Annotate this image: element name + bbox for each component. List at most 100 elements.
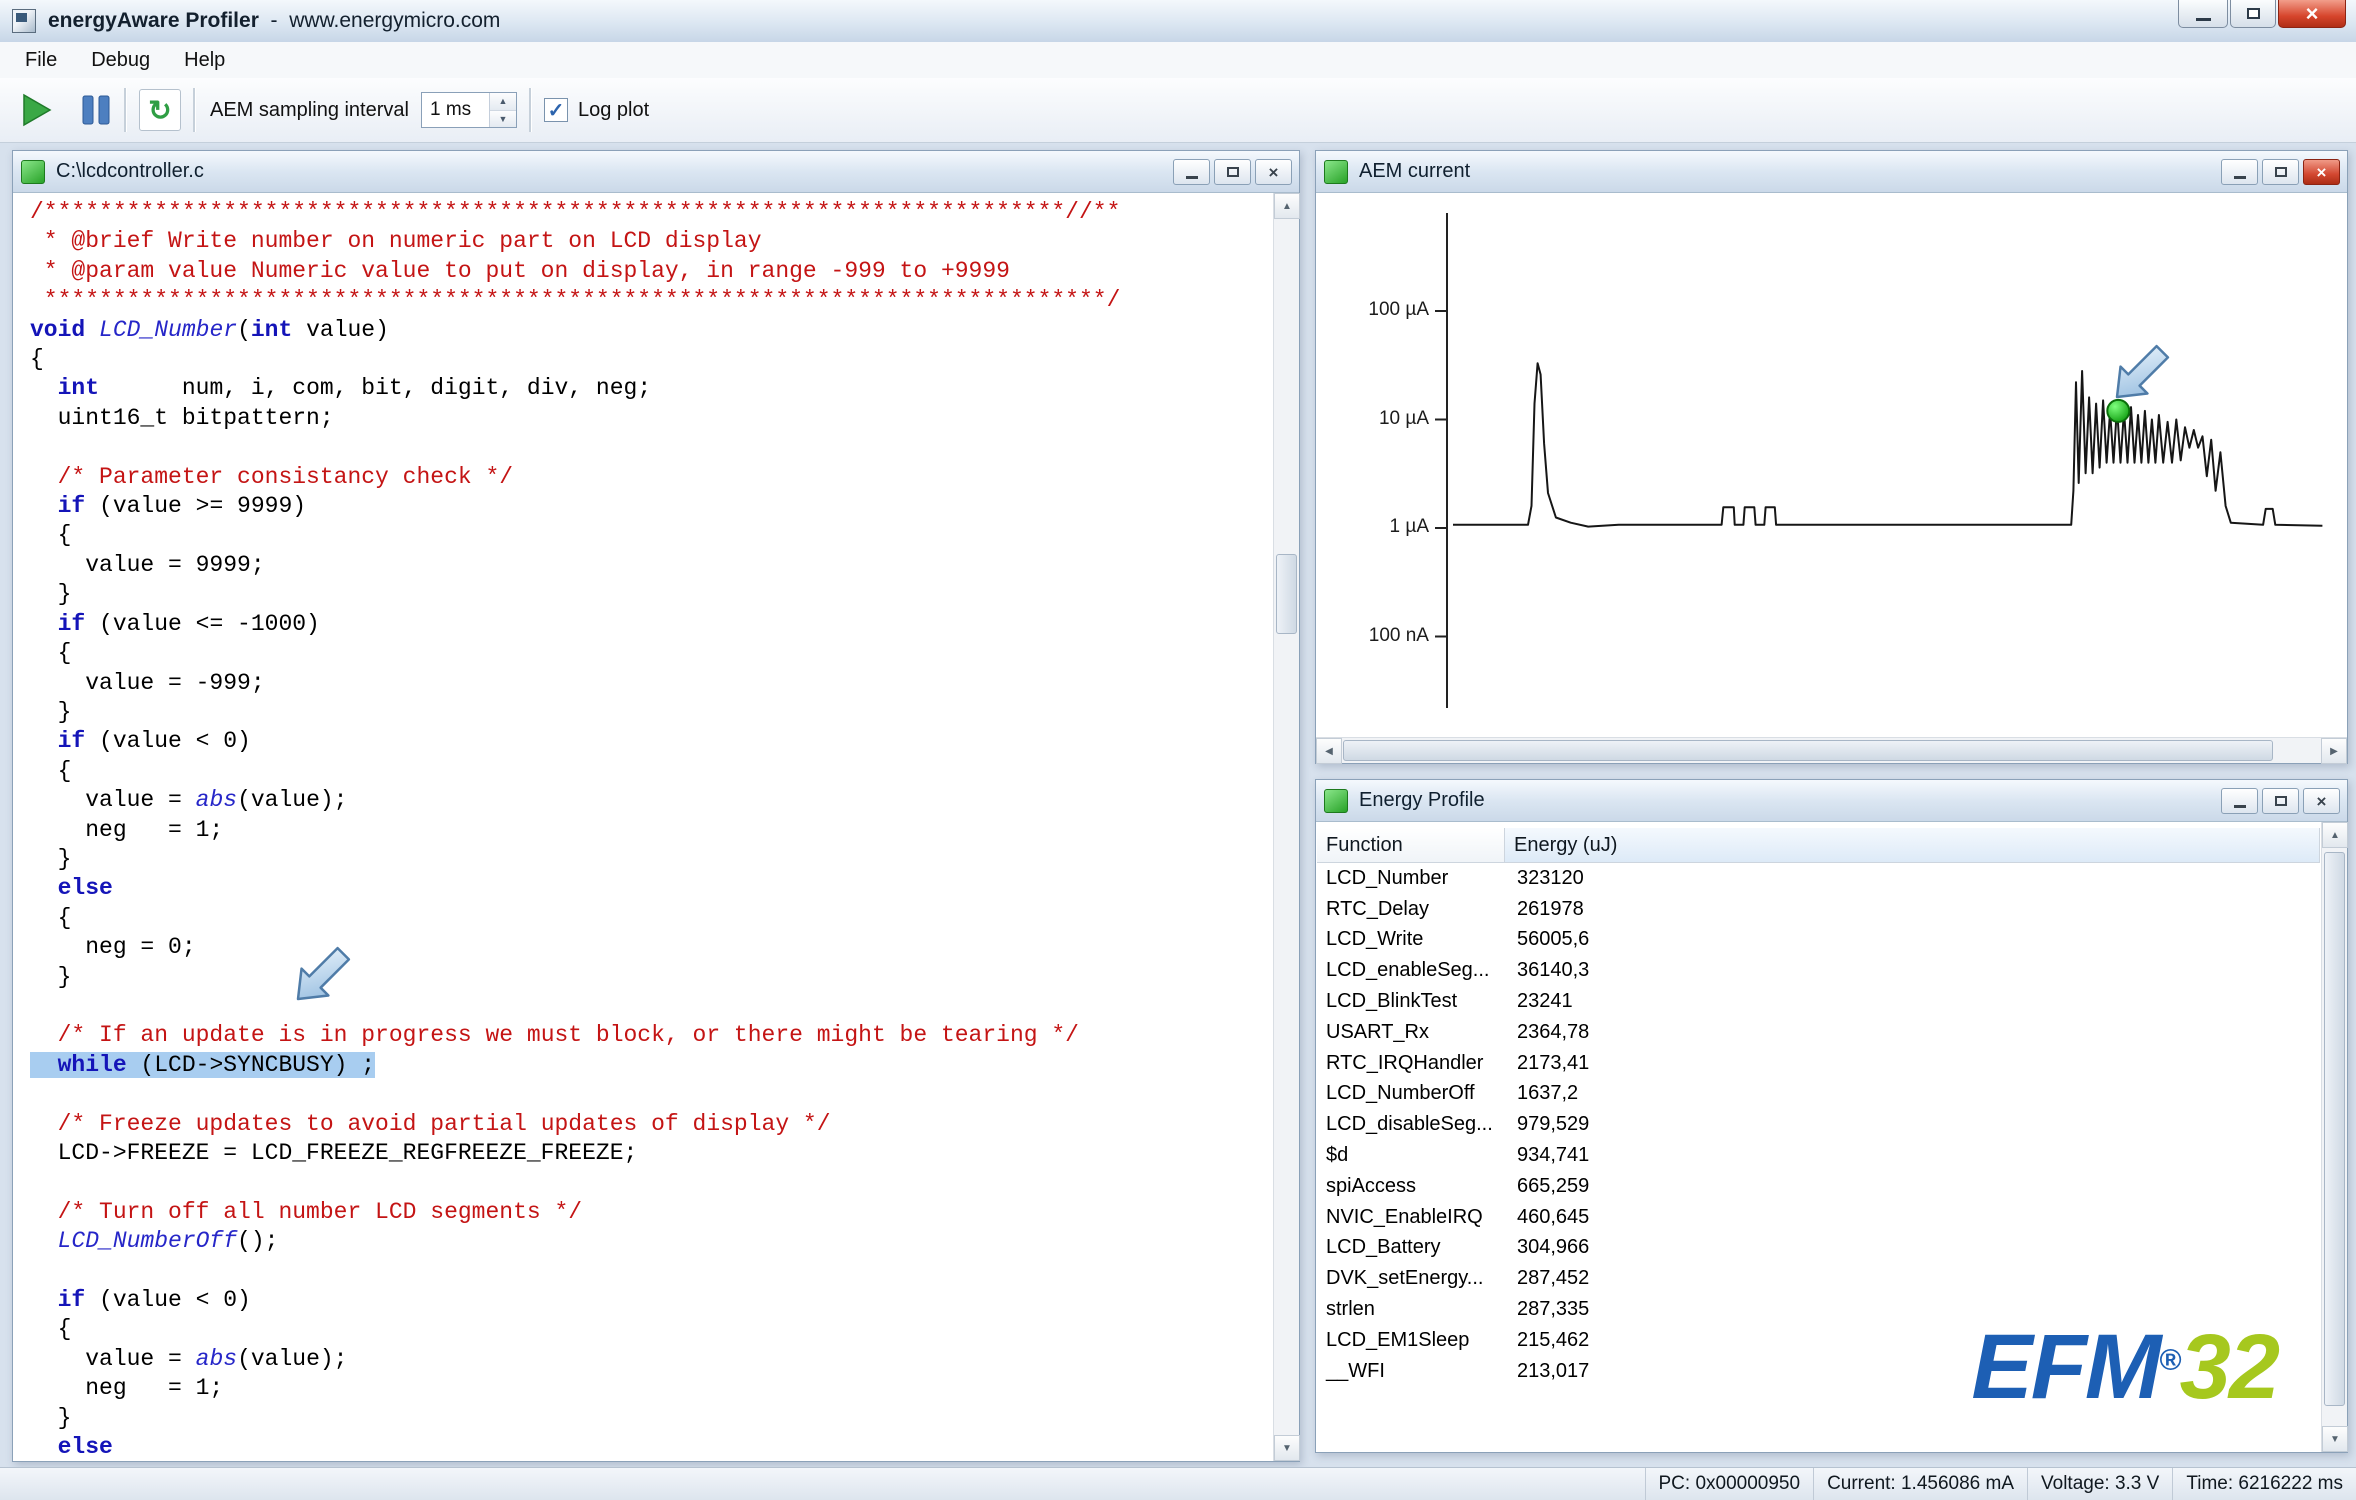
code-line: { [30,757,1272,786]
table-row[interactable]: RTC_IRQHandler2173,41 [1317,1048,2320,1079]
code-line: uint16_t bitpattern; [30,404,1272,433]
scroll-thumb[interactable] [2324,852,2345,1406]
table-row[interactable]: DVK_setEnergy...287,452 [1317,1263,2320,1294]
energy-maximize-button[interactable] [2262,788,2299,814]
menu-file[interactable]: File [8,42,74,78]
close-button[interactable]: × [2278,0,2346,28]
table-row[interactable]: LCD_Write56005,6 [1317,925,2320,956]
code-window: C:\lcdcontroller.c × /******************… [12,150,1300,1462]
code-minimize-button[interactable] [1173,159,1210,185]
close-icon: × [2317,793,2327,810]
code-line: * @brief Write number on numeric part on… [30,227,1272,256]
energy-table: Function Energy (uJ) LCD_Number323120RTC… [1317,822,2320,1451]
code-line: { [30,345,1272,374]
restart-button[interactable]: ↻ [139,89,181,131]
energy-minimize-button[interactable] [2221,788,2258,814]
energy-close-button[interactable]: × [2303,788,2340,814]
code-line: { [30,521,1272,550]
play-icon [20,91,54,129]
energy-window-icon [1324,789,1348,813]
scroll-thumb[interactable] [1276,554,1297,634]
aem-close-button[interactable]: × [2303,159,2340,185]
code-line: if (value < 0) [30,1286,1272,1315]
table-row[interactable]: LCD_Number323120 [1317,863,2320,894]
code-line: } [30,698,1272,727]
code-close-button[interactable]: × [1255,159,1292,185]
toolbar-separator [124,88,127,132]
scroll-down-button[interactable]: ▼ [1274,1435,1300,1461]
code-line: value = abs(value); [30,786,1272,815]
code-line: if (value < 0) [30,727,1272,756]
aem-window-titlebar[interactable]: AEM current × [1316,151,2347,193]
aem-plot: 100 µA10 µA1 µA100 nA [1317,193,2346,736]
app-titlebar[interactable]: energyAware Profiler - www.energymicro.c… [0,0,2356,43]
aem-window: AEM current × [1315,150,2348,764]
code-maximize-button[interactable] [1214,159,1251,185]
menu-debug[interactable]: Debug [74,42,167,78]
code-line: { [30,1315,1272,1344]
table-row[interactable]: $d934,741 [1317,1140,2320,1171]
measurement-marker[interactable] [2107,400,2129,422]
restart-icon: ↻ [148,94,171,127]
minimize-button[interactable] [2178,0,2228,28]
code-line: /* Turn off all number LCD segments */ [30,1198,1272,1227]
maximize-icon [1227,167,1239,177]
code-window-title: C:\lcdcontroller.c [56,160,204,183]
code-editor[interactable]: /***************************************… [14,193,1272,1460]
table-row[interactable]: USART_Rx2364,78 [1317,1017,2320,1048]
aem-maximize-button[interactable] [2262,159,2299,185]
code-line: { [30,639,1272,668]
code-line: void LCD_Number(int value) [30,316,1272,345]
table-row[interactable]: NVIC_EnableIRQ460,645 [1317,1202,2320,1233]
aem-hscrollbar[interactable]: ◀ ▶ [1316,737,2347,763]
spinner-down-button[interactable]: ▼ [490,111,516,128]
code-line: } [30,1404,1272,1433]
menu-help[interactable]: Help [167,42,242,78]
code-vscrollbar[interactable]: ▲ ▼ [1273,193,1299,1461]
code-line: if (value <= -1000) [30,610,1272,639]
status-item: Voltage: 3.3 V [2027,1468,2172,1500]
log-plot-checkbox[interactable]: ✓ [544,98,568,122]
toolbar-separator [529,88,532,132]
restore-button[interactable] [2230,0,2276,28]
minimize-icon [2196,18,2211,21]
toolbar: ↻ AEM sampling interval 1 ms ▲ ▼ ✓ Log p… [0,78,2356,143]
code-line: ****************************************… [30,286,1272,315]
run-button[interactable] [20,91,54,129]
energy-column-header[interactable]: Energy (uJ) [1505,828,2320,862]
status-item: Time: 6216222 ms [2172,1468,2356,1500]
aem-minimize-button[interactable] [2221,159,2258,185]
table-row[interactable]: LCD_disableSeg...979,529 [1317,1109,2320,1140]
table-row[interactable]: LCD_BlinkTest23241 [1317,986,2320,1017]
menu-bar: FileDebugHelp [0,42,2356,79]
y-tick-label: 10 µA [1317,408,1429,430]
energy-window-titlebar[interactable]: Energy Profile × [1316,780,2347,822]
table-row[interactable]: RTC_Delay261978 [1317,894,2320,925]
scroll-left-button[interactable]: ◀ [1316,738,1342,764]
scroll-up-button[interactable]: ▲ [1274,193,1300,219]
spinner-up-button[interactable]: ▲ [490,93,516,111]
check-icon: ✓ [548,98,565,123]
code-window-titlebar[interactable]: C:\lcdcontroller.c × [13,151,1299,193]
scroll-thumb[interactable] [1343,740,2273,761]
sampling-interval-spinner[interactable]: 1 ms ▲ ▼ [421,92,517,128]
scroll-down-button[interactable]: ▼ [2322,1426,2348,1452]
code-lines: /***************************************… [30,198,1272,1460]
energy-table-header: Function Energy (uJ) [1317,828,2320,863]
table-row[interactable]: spiAccess665,259 [1317,1171,2320,1202]
code-line: } [30,580,1272,609]
source-file-icon [21,160,45,184]
scroll-right-button[interactable]: ▶ [2321,738,2347,764]
code-line: /***************************************… [30,198,1272,227]
pause-button[interactable] [80,92,112,128]
table-row[interactable]: LCD_enableSeg...36140,3 [1317,955,2320,986]
table-row[interactable]: LCD_NumberOff1637,2 [1317,1079,2320,1110]
scroll-up-button[interactable]: ▲ [2322,822,2348,848]
minimize-icon [2234,805,2246,808]
energy-vscrollbar[interactable]: ▲ ▼ [2321,822,2347,1452]
code-line: LCD_NumberOff(); [30,1227,1272,1256]
table-row[interactable]: LCD_Battery304,966 [1317,1233,2320,1264]
function-column-header[interactable]: Function [1317,828,1505,862]
code-line: int num, i, com, bit, digit, div, neg; [30,374,1272,403]
toolbar-separator [193,88,196,132]
